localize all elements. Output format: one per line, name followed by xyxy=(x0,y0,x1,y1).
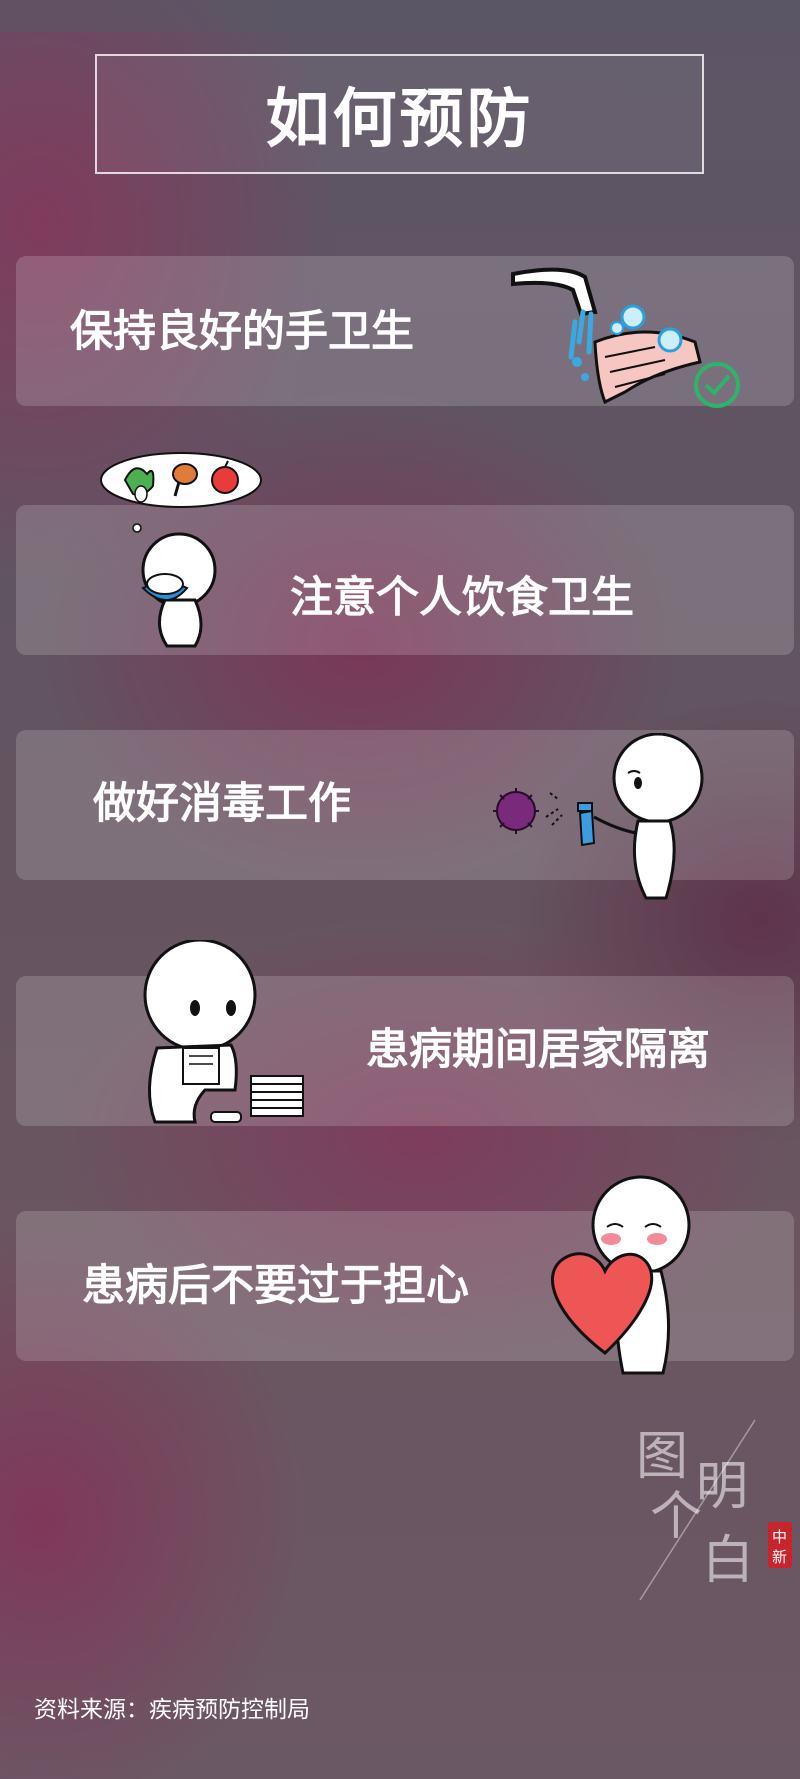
watermark-char-4: 白 xyxy=(702,1531,754,1591)
home-isolation-icon xyxy=(143,940,304,1124)
watermark-char-1: 图 xyxy=(636,1427,688,1487)
disinfection-spray-icon xyxy=(493,733,704,900)
title-frame: 如何预防 xyxy=(95,54,704,174)
tip-label: 注意个人饮食卫生 xyxy=(290,573,634,623)
watermark-char-3: 明 xyxy=(696,1457,748,1517)
heart-icon xyxy=(551,1175,691,1375)
watermark-char-2: 个 xyxy=(650,1487,702,1547)
hand-washing-icon xyxy=(511,267,740,408)
tip-label: 患病后不要过于担心 xyxy=(82,1261,469,1311)
top-strip xyxy=(0,0,800,32)
svg-text:新: 新 xyxy=(772,1548,787,1566)
eating-icon xyxy=(100,452,262,648)
tip-label: 做好消毒工作 xyxy=(93,779,351,829)
page-title: 如何预防 xyxy=(265,82,534,157)
svg-text:中: 中 xyxy=(772,1528,787,1546)
watermark-logo: 图 明 个 白 中 新 xyxy=(636,1419,792,1601)
tip-label: 患病期间居家隔离 xyxy=(366,1025,710,1075)
tip-label: 保持良好的手卫生 xyxy=(70,307,414,357)
source-note: 资料来源：疾病预防控制局 xyxy=(34,1697,310,1723)
tip-card-home-isolation: 患病期间居家隔离 xyxy=(16,976,794,1126)
